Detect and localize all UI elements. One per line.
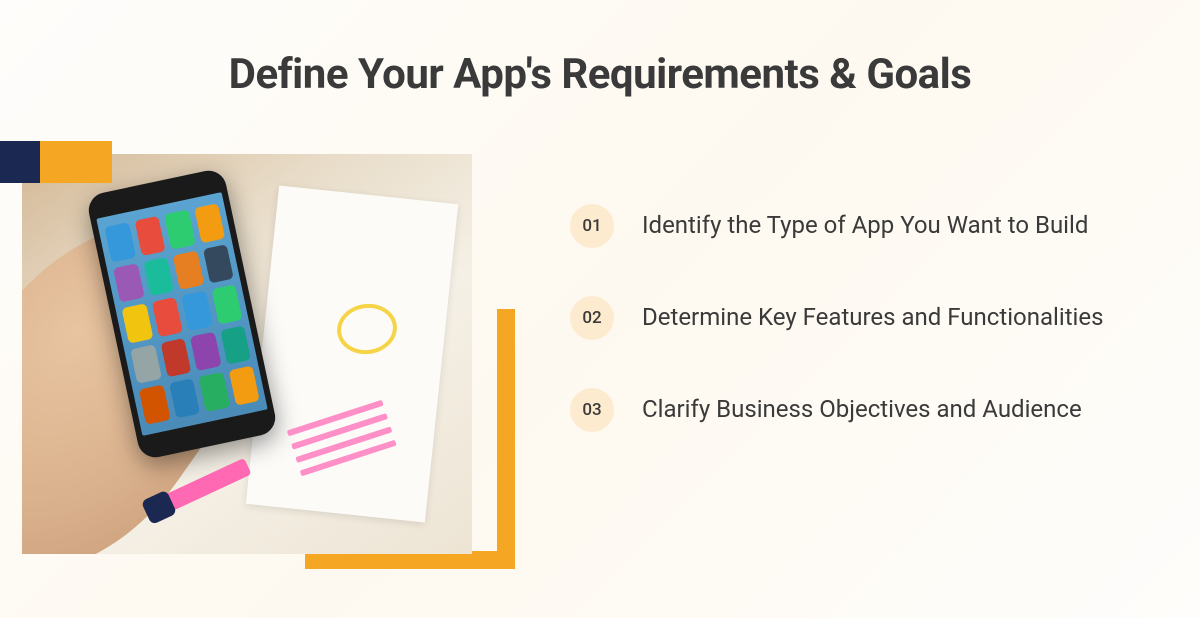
app-icon [151,297,182,337]
image-section [0,154,500,554]
item-text: Determine Key Features and Functionaliti… [642,296,1104,335]
app-icon [220,325,251,365]
app-icon [130,344,161,384]
accent-navy-block [0,141,40,183]
slide-container: Define Your App's Requirements & Goals [0,0,1200,618]
app-icon [139,385,170,425]
app-icon [228,366,259,406]
item-number-badge: 01 [570,204,614,248]
accent-gold-right-block [497,309,515,569]
list-item: 03 Clarify Business Objectives and Audie… [570,388,1200,432]
app-icon [199,372,230,412]
app-icon [164,209,195,249]
app-icon [202,244,233,284]
item-text: Identify the Type of App You Want to Bui… [642,204,1088,243]
app-icon [194,203,225,243]
app-icon [113,263,144,303]
app-icon [104,222,135,262]
app-icon [169,379,200,419]
list-item: 01 Identify the Type of App You Want to … [570,204,1200,248]
list-section: 01 Identify the Type of App You Want to … [570,154,1200,554]
paper-sketch [246,185,458,522]
list-item: 02 Determine Key Features and Functional… [570,296,1200,340]
app-icon [181,291,212,331]
app-icon [160,338,191,378]
app-icon [211,285,242,325]
item-number-badge: 02 [570,296,614,340]
app-icon [122,304,153,344]
content-row: 01 Identify the Type of App You Want to … [0,154,1200,554]
item-number-badge: 03 [570,388,614,432]
app-icon [173,250,204,290]
slide-title: Define Your App's Requirements & Goals [0,0,1200,99]
item-text: Clarify Business Objectives and Audience [642,388,1082,427]
hero-image [22,154,472,554]
accent-gold-top-block [40,141,112,183]
app-icon [190,332,221,372]
app-icon [134,216,165,256]
app-icon [143,257,174,297]
